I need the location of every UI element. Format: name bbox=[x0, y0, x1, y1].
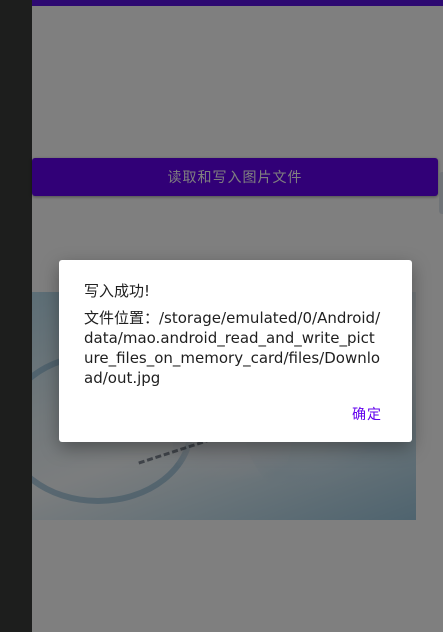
dialog-message: 文件位置：/storage/emulated/0/Android/data/ma… bbox=[84, 309, 381, 387]
dialog-ok-button[interactable]: 确定 bbox=[352, 404, 382, 424]
success-dialog: 写入成功! 文件位置：/storage/emulated/0/Android/d… bbox=[59, 260, 412, 442]
dialog-title: 写入成功! bbox=[84, 282, 151, 300]
